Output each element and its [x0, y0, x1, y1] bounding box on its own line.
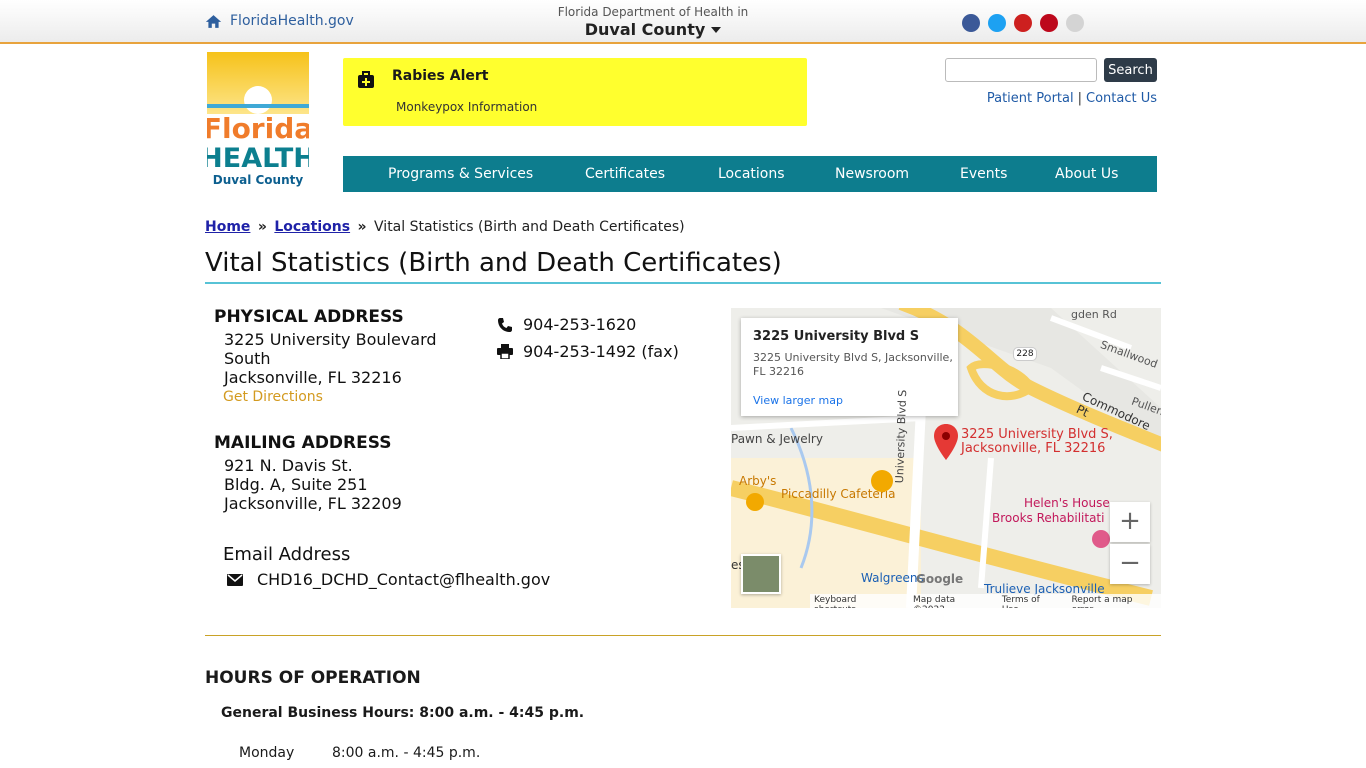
physical-address-line: South [224, 349, 271, 368]
hospital-icon [1092, 530, 1110, 548]
location-map[interactable]: 3225 University Blvd S 3225 University B… [731, 308, 1161, 608]
breadcrumb-sep: » [357, 219, 367, 235]
hours-heading: HOURS OF OPERATION [205, 668, 421, 688]
physical-address-line: Jacksonville, FL 32216 [224, 368, 402, 387]
view-larger-map-link[interactable]: View larger map [753, 394, 843, 407]
phone-icon [498, 317, 512, 332]
home-link-label: FloridaHealth.gov [230, 13, 354, 29]
email-heading: Email Address [223, 544, 351, 565]
nav-events[interactable]: Events [960, 166, 1007, 182]
contact-us-link[interactable]: Contact Us [1086, 91, 1157, 106]
fax-row: 904-253-1492 (fax) [497, 342, 679, 361]
map-card-name: 3225 University Blvd S [753, 329, 920, 344]
phone-row: 904-253-1620 [497, 315, 636, 334]
restaurant-icon [871, 470, 893, 492]
nav-certificates[interactable]: Certificates [585, 166, 665, 182]
page-title: Vital Statistics (Birth and Death Certif… [205, 248, 782, 278]
map-label-brooks: Brooks Rehabilitati [992, 511, 1105, 525]
mailing-address-line: Bldg. A, Suite 251 [224, 475, 368, 494]
patient-portal-link[interactable]: Patient Portal [987, 91, 1074, 106]
county-label: Duval County [584, 20, 706, 39]
map-label-arbys: Arby's [739, 474, 777, 488]
satellite-toggle[interactable] [741, 554, 781, 594]
map-label-helens: Helen's House [1024, 496, 1110, 510]
printer-icon [497, 344, 513, 359]
pinterest-icon[interactable] [1040, 14, 1058, 32]
utility-separator: | [1077, 91, 1082, 106]
breadcrumb: Home » Locations » Vital Statistics (Bir… [205, 219, 685, 235]
envelope-icon [227, 573, 243, 586]
flickr-icon[interactable] [1066, 14, 1084, 32]
mailing-address-heading: MAILING ADDRESS [214, 433, 392, 453]
logo-health-text: HEALTH [207, 143, 309, 174]
logo-florida-text: Florida [207, 112, 309, 145]
breadcrumb-sep: » [257, 219, 267, 235]
top-bar: FloridaHealth.gov Florida Department of … [0, 0, 1366, 44]
nav-newsroom[interactable]: Newsroom [835, 166, 909, 182]
breadcrumb-locations[interactable]: Locations [274, 219, 350, 235]
mailing-address-line: 921 N. Davis St. [224, 456, 353, 475]
email-row: CHD16_DCHD_Contact@flhealth.gov [227, 570, 550, 589]
route-shield: 228 [1013, 347, 1037, 361]
map-info-card: 3225 University Blvd S 3225 University B… [741, 318, 958, 416]
first-aid-kit-icon [358, 71, 374, 88]
physical-address-heading: PHYSICAL ADDRESS [214, 307, 404, 327]
department-selector[interactable]: Florida Department of Health in Duval Co… [548, 4, 758, 39]
main-nav: Programs & Services Certificates Locatio… [343, 156, 1157, 192]
mailing-address-line: Jacksonville, FL 32209 [224, 494, 402, 513]
logo-county-text: Duval County [213, 173, 304, 187]
breadcrumb-current: Vital Statistics (Birth and Death Certif… [374, 219, 685, 235]
map-pin-label: Jacksonville, FL 32216 [961, 441, 1106, 456]
dept-line: Florida Department of Health in [557, 5, 749, 19]
map-card-address: 3225 University Blvd S, Jacksonville, FL… [753, 351, 953, 378]
map-label-pawn: Pawn & Jewelry [731, 432, 823, 446]
google-logo: Google [916, 572, 964, 586]
breadcrumb-home[interactable]: Home [205, 219, 250, 235]
general-hours: General Business Hours: 8:00 a.m. - 4:45… [221, 705, 585, 721]
search-input[interactable] [945, 58, 1097, 82]
get-directions-link[interactable]: Get Directions [223, 389, 323, 405]
utility-links: Patient Portal | Contact Us [987, 91, 1157, 106]
map-pin-label: 3225 University Blvd S, [961, 427, 1113, 442]
twitter-icon[interactable] [988, 14, 1006, 32]
hours-day: Monday [239, 745, 295, 761]
phone-link[interactable]: 904-253-1620 [523, 315, 636, 334]
map-label-ogden: gden Rd [1071, 308, 1117, 321]
social-links [962, 14, 1084, 32]
search-button[interactable]: Search [1104, 58, 1157, 82]
nav-about-us[interactable]: About Us [1055, 166, 1118, 182]
alert-banner: Rabies Alert Monkeypox Information [343, 58, 807, 126]
map-label-walgreens: Walgreens [861, 571, 924, 585]
county-dropdown[interactable]: Duval County [585, 21, 722, 39]
caret-down-icon [711, 27, 722, 33]
physical-address-line: 3225 University Boulevard [224, 330, 437, 349]
monkeypox-info-link[interactable]: Monkeypox Information [396, 100, 537, 114]
section-divider [205, 635, 1161, 636]
nav-locations[interactable]: Locations [718, 166, 785, 182]
map-data-credit: Map data ©2022 [913, 595, 956, 608]
title-divider [205, 282, 1161, 284]
hours-time: 8:00 a.m. - 4:45 p.m. [332, 745, 481, 761]
keyboard-shortcuts-link[interactable]: Keyboard shortcuts [814, 595, 901, 608]
zoom-out-button[interactable]: − [1110, 544, 1150, 584]
zoom-in-button[interactable]: + [1110, 502, 1150, 542]
nav-programs-services[interactable]: Programs & Services [388, 166, 533, 182]
floridahealth-home-link[interactable]: FloridaHealth.gov [205, 13, 354, 29]
home-icon [205, 14, 222, 28]
map-footer: Keyboard shortcuts Map data ©2022 Terms … [810, 594, 1161, 608]
email-link[interactable]: CHD16_DCHD_Contact@flhealth.gov [257, 570, 550, 589]
fax-number: 904-253-1492 (fax) [523, 342, 679, 361]
map-pin-icon[interactable] [933, 424, 959, 460]
terms-of-use-link[interactable]: Terms of Use [1002, 595, 1060, 608]
restaurant-icon [746, 493, 764, 511]
youtube-icon[interactable] [1014, 14, 1032, 32]
report-map-error-link[interactable]: Report a map error [1071, 595, 1157, 608]
facebook-icon[interactable] [962, 14, 980, 32]
rabies-alert-link[interactable]: Rabies Alert [392, 68, 488, 84]
florida-health-duval-logo[interactable]: Florida HEALTH Duval County [207, 52, 309, 189]
